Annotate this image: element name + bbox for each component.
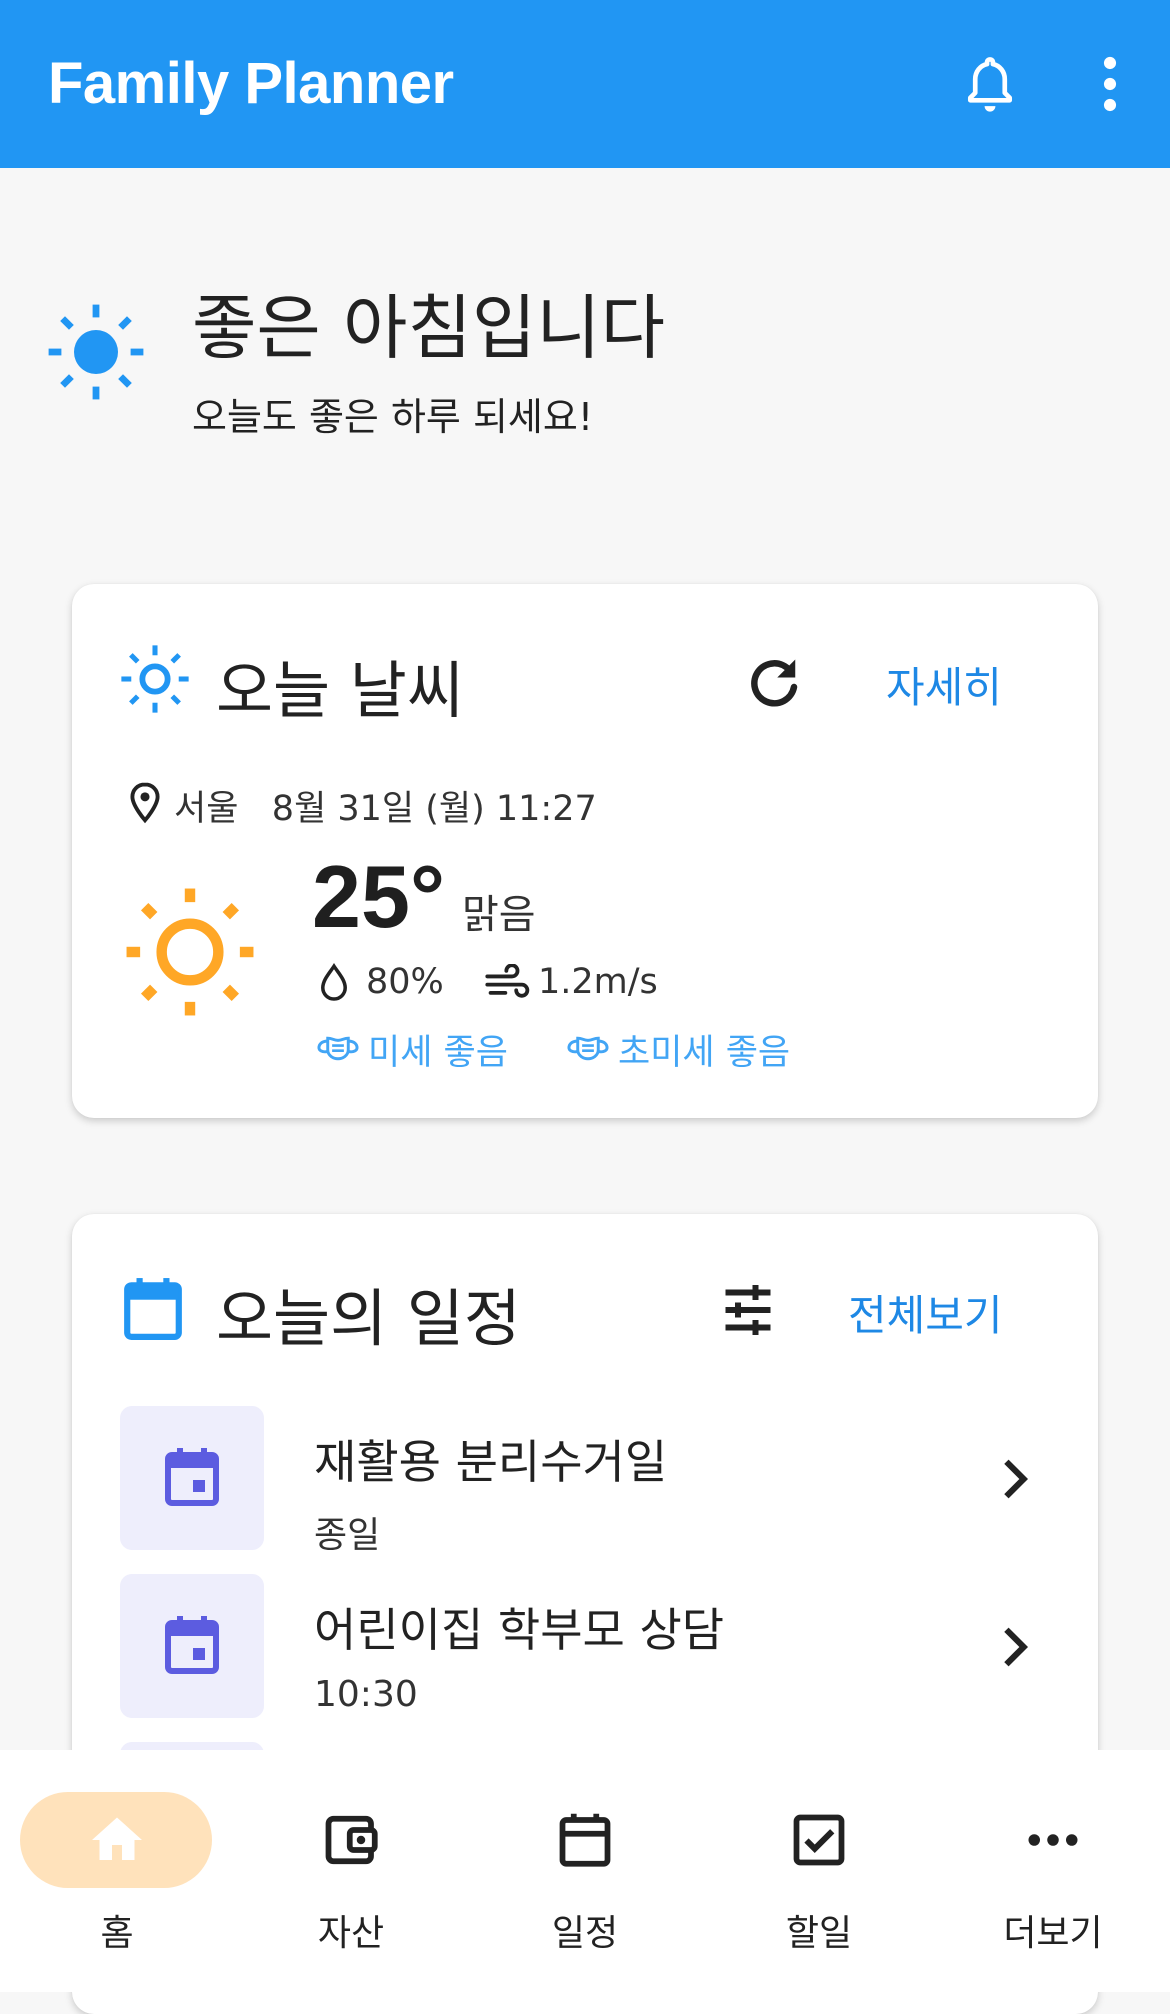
schedule-item-title: 어린이집 학부모 상담 — [314, 1603, 725, 1657]
nav-label: 할일 — [785, 1913, 853, 1954]
schedule-view-all-link[interactable]: 전체보기 — [848, 1282, 1003, 1343]
ultrafine-dust-status: 초미세 좋음 — [618, 1033, 791, 1073]
weather-sun-icon — [121, 645, 189, 713]
nav-item-more[interactable]: 더보기 — [936, 1750, 1170, 1992]
bell-icon[interactable] — [960, 54, 1020, 118]
weather-datetime: 8월 31일 (월) 11:27 — [271, 789, 597, 829]
nav-label: 홈 — [100, 1913, 134, 1954]
calendar-icon — [559, 1813, 611, 1867]
weather-detail-link[interactable]: 자세히 — [886, 654, 1002, 715]
schedule-item[interactable]: 재활용 분리수거일 종일 — [120, 1406, 1050, 1556]
nav-item-todo[interactable]: 할일 — [702, 1750, 936, 1992]
greeting-title: 좋은 아침입니다 — [192, 287, 666, 369]
nav-label: 자산 — [317, 1913, 385, 1954]
schedule-title: 오늘의 일정 — [216, 1282, 521, 1355]
sunny-weather-icon — [126, 888, 254, 1016]
schedule-item-icon-tile — [120, 1406, 264, 1550]
sun-icon — [48, 304, 144, 400]
mask-icon — [567, 1036, 609, 1061]
schedule-item-time: 종일 — [314, 1515, 381, 1556]
weather-condition: 맑음 — [462, 892, 536, 938]
weather-title: 오늘 날씨 — [216, 654, 464, 727]
schedule-item[interactable]: 어린이집 학부모 상담 10:30 — [120, 1574, 1050, 1724]
app-title: Family Planner — [48, 51, 454, 116]
wind-value: 1.2m/s — [538, 962, 658, 1002]
schedule-item-icon-tile — [120, 1574, 264, 1718]
nav-item-schedule[interactable]: 일정 — [468, 1750, 702, 1992]
greeting-subtitle: 오늘도 좋은 하루 되세요! — [192, 395, 594, 439]
schedule-item-title: 재활용 분리수거일 — [314, 1435, 668, 1489]
chevron-right-icon — [1004, 1459, 1029, 1499]
location-pin-icon — [130, 782, 160, 824]
more-vert-icon[interactable] — [1100, 56, 1120, 112]
chevron-right-icon — [1004, 1627, 1029, 1667]
humidity-drop-icon — [321, 963, 347, 1001]
nav-item-assets[interactable]: 자산 — [234, 1750, 468, 1992]
humidity-value: 80% — [366, 962, 444, 1002]
fine-dust-status: 미세 좋음 — [368, 1033, 508, 1073]
refresh-icon[interactable] — [744, 652, 804, 712]
event-icon — [165, 1448, 219, 1506]
temperature: 25° — [312, 847, 446, 946]
weather-location: 서울 — [174, 789, 239, 829]
more-horiz-icon — [1028, 1834, 1078, 1846]
event-icon — [165, 1616, 219, 1674]
nav-label: 일정 — [551, 1913, 619, 1954]
checkbox-icon — [793, 1814, 845, 1866]
weather-card: 오늘 날씨 자세히 서울 8월 31일 (월) 11:27 25° 맑음 80% — [72, 584, 1098, 1118]
calendar-icon — [124, 1278, 182, 1340]
mask-icon — [317, 1036, 359, 1061]
nav-label: 더보기 — [1003, 1913, 1103, 1954]
weather-location-datetime: 서울 8월 31일 (월) 11:27 — [174, 780, 597, 831]
nav-item-home[interactable]: 홈 — [0, 1750, 234, 1992]
tune-icon[interactable] — [718, 1280, 778, 1340]
bottom-navigation: 홈 자산 일정 할일 더보기 — [0, 1750, 1170, 1992]
wind-icon — [485, 964, 530, 998]
home-icon — [92, 1817, 142, 1860]
wallet-icon — [325, 1815, 378, 1865]
schedule-item-time: 10:30 — [314, 1674, 418, 1715]
app-bar: Family Planner — [0, 0, 1170, 168]
